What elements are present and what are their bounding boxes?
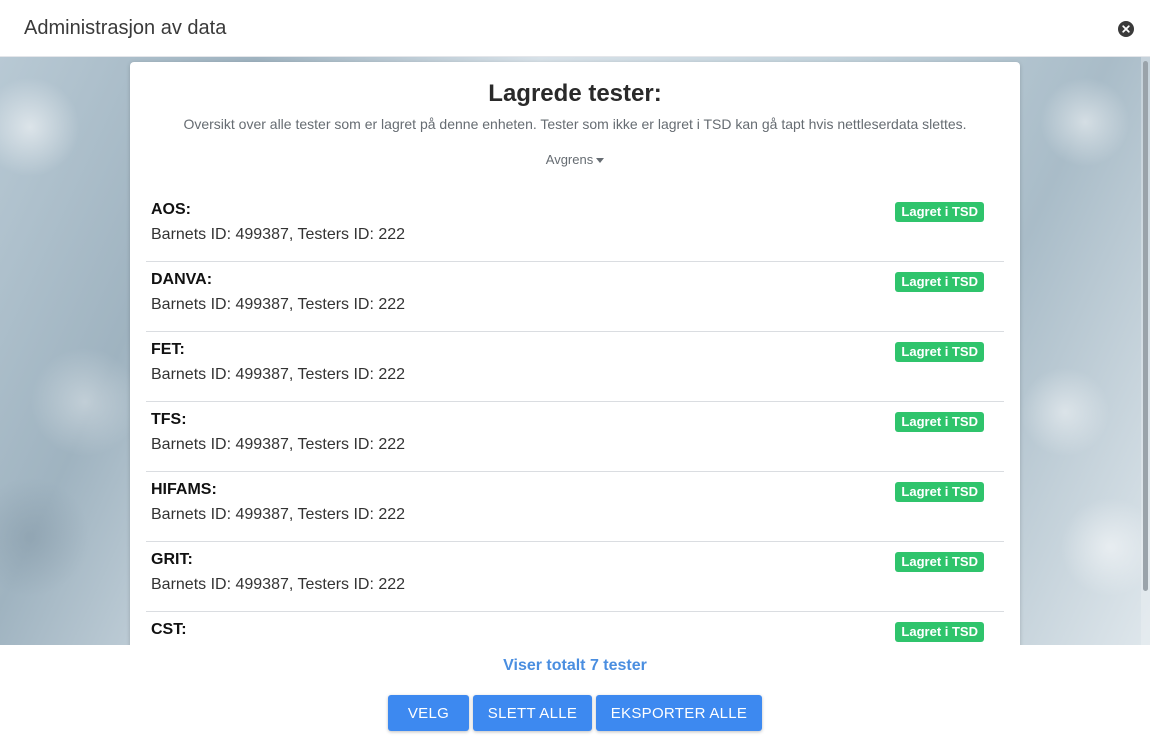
test-ids: Barnets ID: 499387, Testers ID: 222 — [151, 296, 406, 313]
test-ids: Barnets ID: 499387, Testers ID: 222 — [151, 226, 406, 243]
test-ids: Barnets ID: 499387, Testers ID: 222 — [151, 366, 406, 383]
bokeh-light — [1060, 497, 1150, 597]
card-title: Lagrede tester: — [488, 80, 662, 107]
test-name: HIFAMS: — [151, 481, 217, 498]
total-count: Viser totalt 7 tester — [503, 657, 647, 674]
select-button[interactable]: VELG — [388, 695, 469, 731]
close-icon[interactable] — [1118, 21, 1134, 37]
bokeh-light — [0, 477, 90, 597]
bokeh-light — [1040, 77, 1130, 167]
test-name: FET: — [151, 341, 185, 358]
bokeh-light — [30, 347, 140, 457]
export-all-button[interactable]: EKSPORTER ALLE — [596, 695, 762, 731]
test-list: AOS: Barnets ID: 499387, Testers ID: 222 L… — [146, 192, 1004, 645]
bokeh-light — [0, 77, 80, 177]
card-subtitle: Oversikt over alle tester som er lagret … — [183, 116, 967, 132]
test-name: TFS: — [151, 411, 187, 428]
background-image: Lagrede tester: Oversikt over alle teste… — [0, 57, 1150, 645]
test-name: AOS: — [151, 201, 191, 218]
test-name: GRIT: — [151, 551, 193, 568]
test-name: CST: — [151, 621, 187, 638]
status-badge: Lagret i TSD — [895, 482, 984, 502]
scrollbar-thumb[interactable] — [1143, 61, 1148, 591]
status-badge: Lagret i TSD — [895, 552, 984, 572]
status-badge: Lagret i TSD — [895, 412, 984, 432]
footer: Viser totalt 7 tester VELG SLETT ALLE EK… — [0, 645, 1150, 750]
status-badge: Lagret i TSD — [895, 342, 984, 362]
window-header: Administrasjon av data — [0, 0, 1150, 57]
test-name: DANVA: — [151, 271, 213, 288]
delete-all-button[interactable]: SLETT ALLE — [473, 695, 592, 731]
test-row[interactable]: FET: Barnets ID: 499387, Testers ID: 222 L… — [146, 332, 1004, 402]
filter-label: Avgrens — [545, 152, 594, 167]
test-ids: Barnets ID: 499387, Testers ID: 222 — [151, 576, 406, 593]
status-badge: Lagret i TSD — [895, 622, 984, 642]
test-row[interactable]: AOS: Barnets ID: 499387, Testers ID: 222 L… — [146, 192, 1004, 262]
test-row[interactable]: DANVA: Barnets ID: 499387, Testers ID: 22… — [146, 262, 1004, 332]
test-row[interactable]: GRIT: Barnets ID: 499387, Testers ID: 222… — [146, 542, 1004, 612]
test-ids: Barnets ID: 499387, Testers ID: 222 — [151, 436, 406, 453]
status-badge: Lagret i TSD — [895, 272, 984, 292]
caret-down-icon — [596, 158, 605, 164]
saved-tests-card: Lagrede tester: Oversikt over alle teste… — [130, 62, 1020, 645]
test-row[interactable]: TFS: Barnets ID: 499387, Testers ID: 222 L… — [146, 402, 1004, 472]
test-row[interactable]: CST: Lagret i TSD — [146, 612, 1004, 645]
test-row[interactable]: HIFAMS: Barnets ID: 499387, Testers ID: 2… — [146, 472, 1004, 542]
filter-toggle[interactable]: Avgrens — [130, 152, 1020, 167]
window-title: Administrasjon av data — [24, 17, 227, 39]
status-badge: Lagret i TSD — [895, 202, 984, 222]
test-ids: Barnets ID: 499387, Testers ID: 222 — [151, 506, 406, 523]
bokeh-light — [1020, 367, 1110, 457]
